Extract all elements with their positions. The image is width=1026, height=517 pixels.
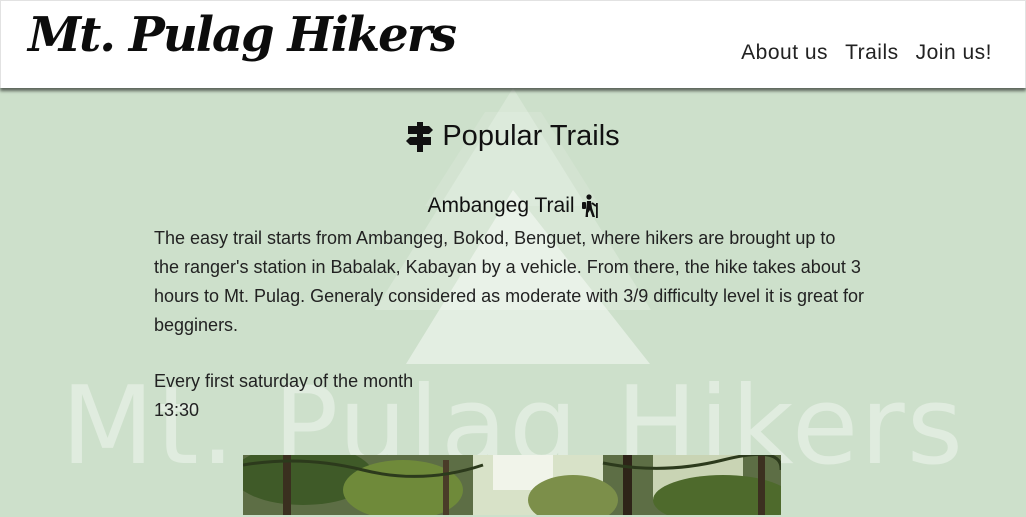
site-header: Mt. Pulag Hikers About us Trails Join us… bbox=[0, 0, 1026, 88]
nav-join-us[interactable]: Join us! bbox=[916, 41, 992, 65]
section-title: Popular Trails bbox=[442, 120, 620, 152]
section-heading: Popular Trails bbox=[0, 120, 1026, 153]
signpost-icon bbox=[406, 121, 434, 152]
trail-name: Ambangeg Trail bbox=[427, 194, 575, 217]
main-nav: About us Trails Join us! bbox=[741, 41, 992, 65]
nav-trails[interactable]: Trails bbox=[845, 41, 899, 65]
schedule-day: Every first saturday of the month bbox=[154, 371, 414, 391]
hiking-icon bbox=[581, 194, 598, 218]
schedule-time: 13:30 bbox=[154, 400, 200, 420]
nav-about-us[interactable]: About us bbox=[741, 41, 828, 65]
forest-photo-image bbox=[243, 455, 781, 515]
trail-heading: Ambangeg Trail bbox=[0, 194, 1026, 218]
trail-description: The easy trail starts from Ambangeg, Bok… bbox=[154, 228, 865, 335]
site-logo[interactable]: Mt. Pulag Hikers bbox=[28, 7, 457, 63]
trail-photo bbox=[243, 455, 781, 515]
trail-schedule: Every first saturday of the month 13:30 bbox=[154, 367, 413, 425]
